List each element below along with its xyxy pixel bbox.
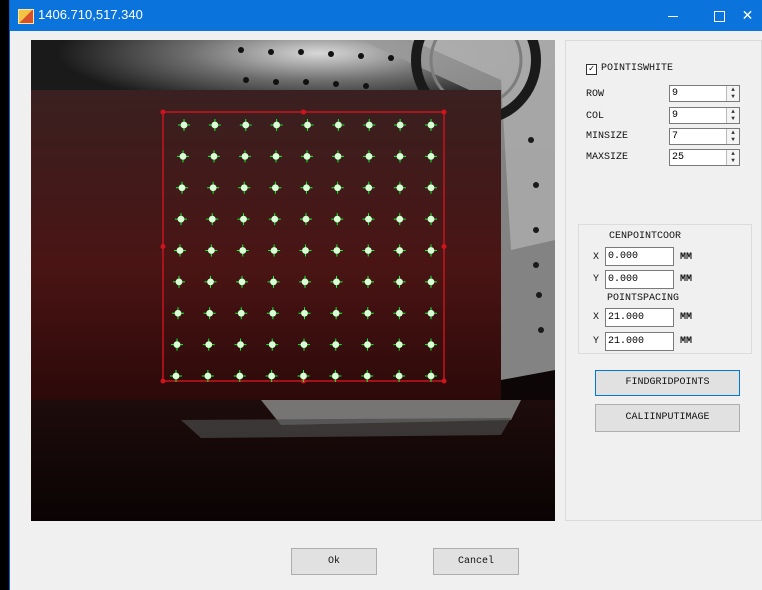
grid-box-handle: [160, 109, 166, 115]
col-value: 9: [672, 110, 679, 121]
calibration-dialog: 1406.710,517.340 ✕ ✓ POINTISWHITE ROW 9 …: [9, 0, 762, 590]
minsize-spin-arrows[interactable]: ▲ ▼: [726, 129, 739, 144]
camera-image-view[interactable]: [31, 40, 555, 521]
spacing-y-input[interactable]: 21.000: [605, 332, 674, 351]
col-label: COL: [586, 111, 605, 122]
grid-box-handle: [301, 109, 306, 115]
center-point-label: CENPOINTCOOR: [609, 231, 682, 242]
points-is-white-label: POINTISWHITE: [601, 63, 674, 74]
center-y-label: Y: [593, 274, 600, 285]
point-spacing-label: POINTSPACING: [607, 293, 680, 304]
maxsize-value: 25: [672, 152, 685, 163]
grid-box-handle: [441, 244, 447, 249]
row-value: 9: [672, 88, 679, 99]
coordinates-groupbox: CENPOINTCOOR X 0.000 MM Y 0.000 MM POINT…: [578, 224, 752, 354]
center-x-input[interactable]: 0.000: [605, 247, 674, 266]
grid-box-handle: [441, 109, 447, 115]
minsize-stepper[interactable]: 7 ▲ ▼: [669, 128, 740, 145]
col-stepper[interactable]: 9 ▲ ▼: [669, 107, 740, 124]
spacing-x-unit: MM: [680, 312, 693, 323]
ok-button[interactable]: Ok: [291, 548, 377, 575]
window-title: 1406.710,517.340: [38, 7, 143, 22]
find-grid-points-button[interactable]: FINDGRIDPOINTS: [595, 370, 740, 396]
minimize-button[interactable]: [650, 0, 696, 31]
close-button[interactable]: ✕: [732, 0, 762, 31]
row-stepper[interactable]: 9 ▲ ▼: [669, 85, 740, 102]
title-bar[interactable]: 1406.710,517.340 ✕: [10, 0, 762, 31]
row-label: ROW: [586, 89, 605, 100]
minsize-label: MINSIZE: [586, 131, 629, 142]
maxsize-stepper[interactable]: 25 ▲ ▼: [669, 149, 740, 166]
row-spin-arrows[interactable]: ▲ ▼: [726, 86, 739, 101]
center-y-unit: MM: [680, 274, 693, 285]
spacing-y-unit: MM: [680, 336, 693, 347]
calibration-image: [31, 40, 555, 521]
maximize-icon: [713, 10, 725, 22]
center-x-label: X: [593, 252, 600, 263]
spacing-y-label: Y: [593, 336, 600, 347]
minimize-icon: [668, 15, 678, 17]
center-x-unit: MM: [680, 252, 693, 263]
grid-box-handle: [441, 378, 447, 384]
maxsize-spin-arrows[interactable]: ▲ ▼: [726, 150, 739, 165]
col-spin-arrows[interactable]: ▲ ▼: [726, 108, 739, 123]
points-is-white-checkbox[interactable]: ✓: [586, 64, 597, 75]
cali-input-image-button[interactable]: CALIINPUTIMAGE: [595, 404, 740, 432]
cancel-button[interactable]: Cancel: [433, 548, 519, 575]
minsize-value: 7: [672, 131, 679, 142]
grid-box-handle: [160, 244, 166, 249]
app-icon: [18, 9, 34, 24]
center-y-input[interactable]: 0.000: [605, 270, 674, 289]
spacing-x-label: X: [593, 312, 600, 323]
settings-panel: ✓ POINTISWHITE ROW 9 ▲ ▼ COL 9 ▲ ▼ MINSIZE…: [565, 40, 762, 521]
spacing-x-input[interactable]: 21.000: [605, 308, 674, 327]
grid-box-handle: [160, 378, 166, 384]
maxsize-label: MAXSIZE: [586, 152, 629, 163]
